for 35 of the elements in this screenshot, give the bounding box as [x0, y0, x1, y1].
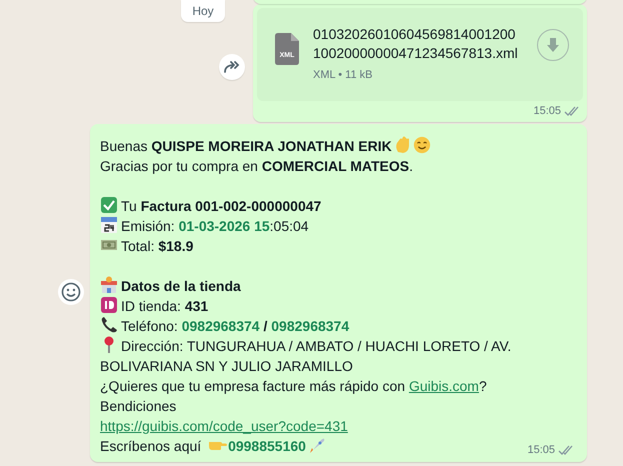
- emoji-button[interactable]: [58, 279, 84, 305]
- smiling-face-icon: [412, 136, 431, 154]
- rocket-icon: [308, 437, 325, 454]
- id-icon: [100, 296, 118, 314]
- file-meta: XML • 11 kB: [313, 69, 374, 81]
- telephone-icon: [100, 316, 118, 334]
- download-icon: [547, 38, 559, 52]
- message-text: Dirección: TUNGURAHUA / AMBATO / HUACHI LORETO / AV.: [121, 338, 512, 354]
- message-text: Bendiciones: [100, 398, 176, 414]
- link[interactable]: Guibis.com: [408, 378, 479, 394]
- message-text: Tu Factura 001-002-000000047: [121, 198, 322, 214]
- message-text: ID tienda: 431: [121, 298, 208, 314]
- smiley-icon: [61, 282, 81, 302]
- store-icon: [100, 276, 118, 294]
- forward-icon: [224, 61, 240, 73]
- message-time: 15:05: [527, 444, 555, 456]
- waving-hand-icon: [394, 136, 410, 154]
- message-text: Teléfono: 0982968374 / 0982968374: [121, 318, 350, 334]
- calendar-icon: [100, 216, 118, 234]
- message-text: BOLIVARIANA SN Y JULIO JARAMILLO: [100, 358, 353, 374]
- message-text: Total: $18.9: [121, 238, 194, 254]
- date-chip: Hoy: [181, 0, 225, 22]
- message-text: Escríbenos aquí: [100, 438, 202, 454]
- message-text: 0998855160: [228, 438, 306, 454]
- message-text: Buenas QUISPE MOREIRA JONATHAN ERIK: [100, 138, 392, 154]
- file-name: 01032026010604569814001200 10020000000471234567813.xml: [313, 25, 519, 63]
- message-text: Datos de la tienda: [121, 278, 241, 294]
- message-text: Emisión: 01-03-2026 15:05:04: [121, 218, 309, 234]
- forward-button[interactable]: [219, 54, 245, 80]
- message-text: Gracias por tu compra en COMERCIAL MATEOS.: [100, 158, 414, 174]
- link[interactable]: https://guibis.com/code_user?code=431: [100, 418, 348, 434]
- pointing-hand-icon: [208, 441, 228, 451]
- message-text: ¿Quieres que tu empresa facture más rápido con Guibis.com?: [100, 378, 487, 394]
- message-time: 15:05: [533, 105, 561, 117]
- check-mark-icon: [100, 196, 118, 214]
